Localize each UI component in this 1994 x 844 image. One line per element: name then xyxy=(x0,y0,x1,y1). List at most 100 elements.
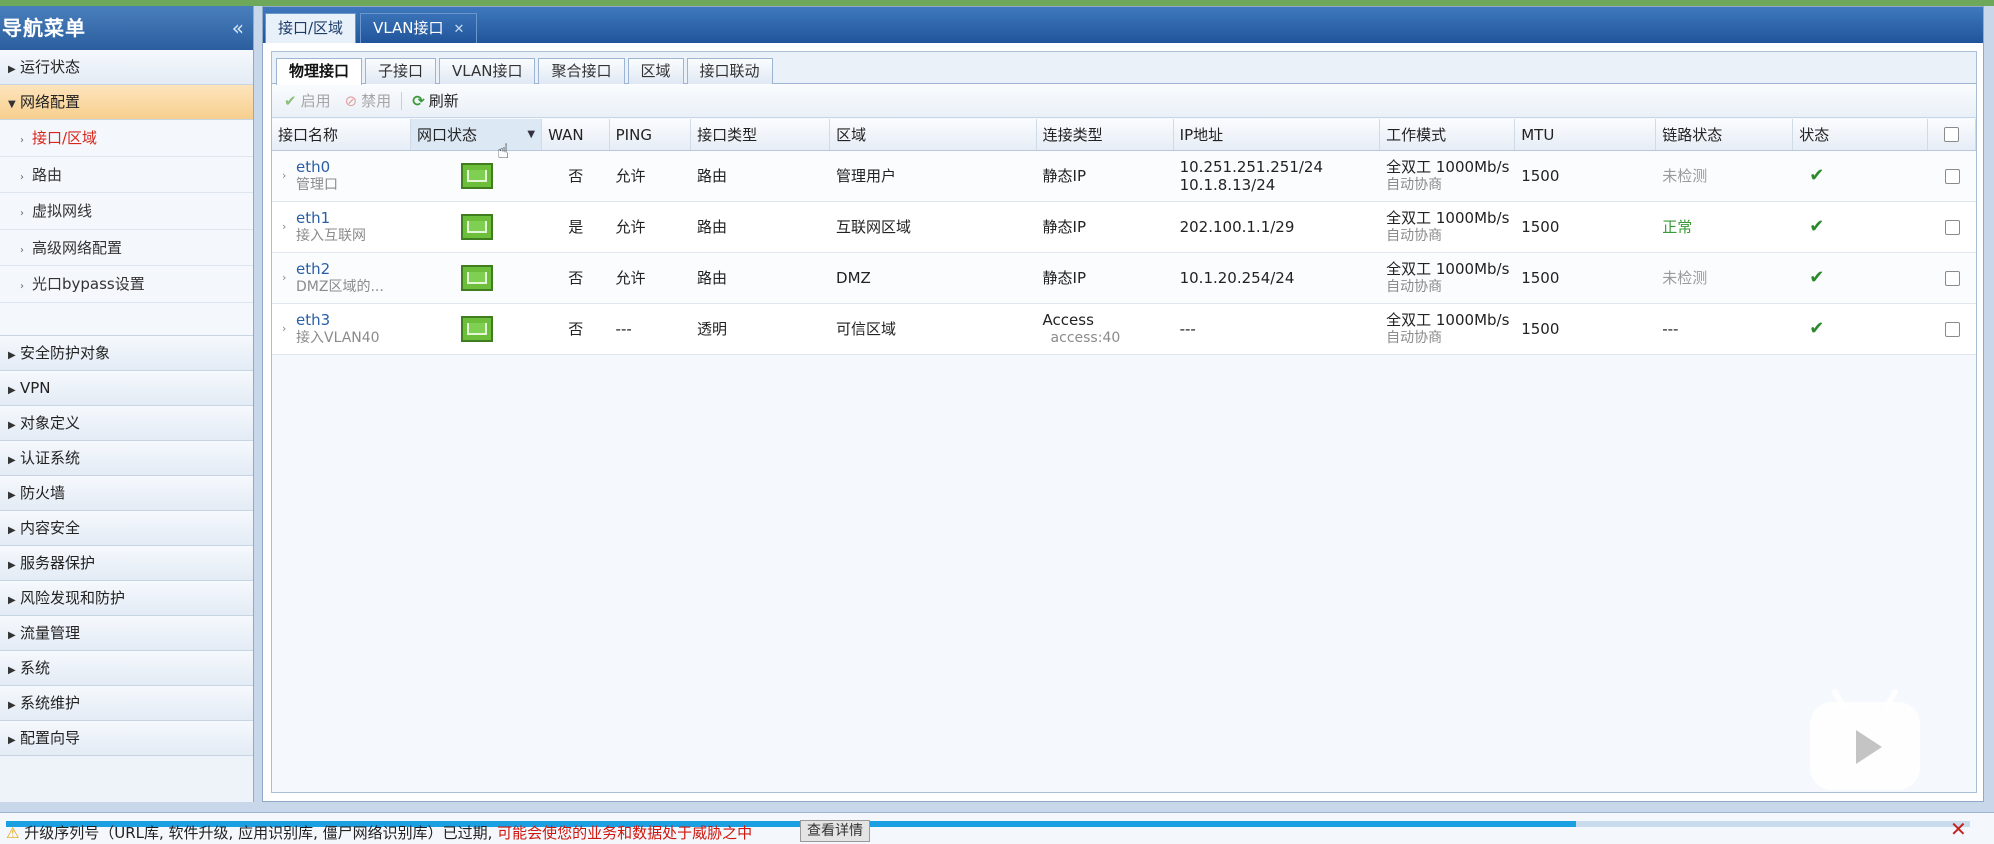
table-row[interactable]: › eth3 接入VLAN40 否 --- 透明 可信区域 Access access:40 --… xyxy=(272,304,1976,355)
cell-select xyxy=(1928,151,1976,201)
nav-group-item[interactable]: ▶ 服务器保护 xyxy=(0,545,253,581)
expand-row-icon[interactable]: › xyxy=(272,167,288,185)
chevron-right-icon: › xyxy=(20,135,24,146)
row-checkbox[interactable] xyxy=(1944,219,1960,235)
nav-group-item[interactable]: ▶ 防火墙 xyxy=(0,475,253,511)
inner-tab[interactable]: 物理接口 xyxy=(276,58,363,85)
cell-status: ✔ xyxy=(1793,151,1928,201)
cell-ping: 允许 xyxy=(615,167,646,185)
caret-right-icon: ▶ xyxy=(8,454,16,466)
column-header[interactable]: 网口状态 ▼ ☝ xyxy=(411,119,543,163)
chevron-right-icon: › xyxy=(20,244,24,256)
cell-ip-address: 10.251.251.251/24 10.1.8.13/24 xyxy=(1174,151,1381,201)
nav-group-item[interactable]: ▶ 系统 xyxy=(0,650,253,686)
nav-group-item[interactable]: ▶ 配置向导 xyxy=(0,720,253,756)
nav-group-item[interactable]: ▶ 安全防护对象 xyxy=(0,335,253,371)
collapse-icon[interactable]: « xyxy=(232,6,245,50)
table-row[interactable]: › eth0 管理口否允许 路由 管理用户 静态IP 10.251.251.251/24 10… xyxy=(272,151,1976,202)
interface-name-link[interactable]: eth1 xyxy=(296,209,366,227)
column-header[interactable]: 区域 xyxy=(830,119,1037,150)
nav-group-item[interactable]: ▶ 认证系统 xyxy=(0,440,253,476)
cell-interface-type: 透明 xyxy=(696,320,727,338)
nav-group-item[interactable]: ▶ 运行状态 xyxy=(0,50,253,85)
nav-group-item[interactable]: ▼ 网络配置 xyxy=(0,85,253,120)
inner-tab[interactable]: 子接口 xyxy=(365,58,437,84)
tab-close-icon[interactable]: ✕ xyxy=(454,22,465,37)
nav-subitem[interactable]: › 虚拟网线 xyxy=(0,193,253,230)
column-header[interactable]: 链路状态 xyxy=(1656,119,1794,150)
cell-link-status: --- xyxy=(1662,320,1679,338)
nav-group-item[interactable]: ▶ 系统维护 xyxy=(0,685,253,721)
nav-subitem[interactable]: › 光口bypass设置 xyxy=(0,266,253,303)
select-all-checkbox[interactable] xyxy=(1944,127,1960,142)
close-icon[interactable]: ✕ xyxy=(1950,817,1967,841)
nav-group-item[interactable]: ▶ 对象定义 xyxy=(0,405,253,441)
expand-row-icon[interactable]: › xyxy=(272,320,288,338)
checkmark-icon: ✔ xyxy=(1809,267,1825,288)
view-details-button[interactable]: 查看详情 xyxy=(800,820,870,842)
inner-tab[interactable]: 区域 xyxy=(627,58,684,84)
nav-group-item[interactable]: ▶ 风险发现和防护 xyxy=(0,580,253,616)
nav-spacer xyxy=(0,302,253,336)
expand-row-icon[interactable]: › xyxy=(272,218,288,236)
warning-text: 升级序列号（URL库, 软件升级, 应用识别库, 僵尸网络识别库）已过期, xyxy=(24,824,493,842)
cell-connection-type: 静态IP xyxy=(1037,151,1174,201)
column-header[interactable]: 工作模式 xyxy=(1380,119,1516,150)
column-header[interactable]: 接口名称 xyxy=(272,119,412,150)
cell-status: ✔ xyxy=(1793,253,1928,303)
table-header: 接口名称 网口状态 ▼ ☝ WAN PING 接口类型 区域 连接类型 IP地址 工作模式 MTU 链路… xyxy=(272,119,1976,163)
refresh-button[interactable]: ⟳ 刷新 xyxy=(408,84,463,118)
interface-name-link[interactable]: eth3 xyxy=(296,311,380,329)
work-mode-sub: 自动协商 xyxy=(1386,177,1443,193)
cell-select xyxy=(1928,202,1976,252)
table-row[interactable]: › eth2 DMZ区域的... 否允许 路由 DMZ 静态IP 10.1.20.254/24… xyxy=(272,253,1976,304)
cell-connection-type: 静态IP xyxy=(1037,202,1174,252)
sort-dropdown-icon[interactable]: ▼ xyxy=(527,119,535,151)
inner-tab[interactable]: 接口联动 xyxy=(686,58,773,84)
interface-name-link[interactable]: eth2 xyxy=(296,260,384,278)
column-header[interactable]: PING xyxy=(610,119,692,150)
nav-group-item[interactable]: ▶ 内容安全 xyxy=(0,510,253,546)
interface-name-link[interactable]: eth0 xyxy=(296,158,338,176)
cell-interface-type: 路由 xyxy=(696,269,727,287)
check-icon: ✔ xyxy=(284,91,297,110)
column-header[interactable]: 状态 xyxy=(1793,119,1929,150)
table-row[interactable]: › eth1 接入互联网是允许 路由 互联网区域 静态IP 202.100.1.1/29 全双… xyxy=(272,202,1976,253)
nav-header: 导航菜单 « xyxy=(0,6,253,50)
cell-interface-type: 路由 xyxy=(696,218,727,236)
nav-subitem[interactable]: › 路由 xyxy=(0,156,253,193)
column-header[interactable]: 接口类型 xyxy=(691,119,831,150)
cell-mtu: 1500 xyxy=(1521,167,1560,185)
caret-right-icon: ▶ xyxy=(8,419,16,431)
column-header[interactable]: IP地址 xyxy=(1174,119,1381,150)
row-checkbox[interactable] xyxy=(1944,321,1960,337)
outer-tab[interactable]: 接口/区域 xyxy=(265,13,357,43)
nav-group-label: 运行状态 xyxy=(20,58,81,76)
select-all-cell xyxy=(1928,119,1976,150)
nav-group-item[interactable]: ▶ VPN xyxy=(0,370,253,406)
column-header[interactable]: WAN xyxy=(542,119,610,150)
expand-row-icon[interactable]: › xyxy=(272,269,288,287)
inner-tab[interactable]: 聚合接口 xyxy=(538,58,625,84)
nav-group-item[interactable]: ▶ 流量管理 xyxy=(0,615,253,651)
cell-connection-type: 静态IP xyxy=(1037,253,1174,303)
connection-type: 静态IP xyxy=(1042,167,1087,185)
column-header[interactable]: 连接类型 xyxy=(1037,119,1174,150)
nav-subitem[interactable]: › 高级网络配置 xyxy=(0,229,253,266)
inner-tab[interactable]: VLAN接口 xyxy=(439,58,536,84)
nav-group-label: 系统维护 xyxy=(20,693,81,712)
outer-tab[interactable]: VLAN接口 ✕ xyxy=(360,13,478,43)
work-mode-sub: 自动协商 xyxy=(1386,228,1443,244)
disable-button[interactable]: ⊘ 禁用 xyxy=(341,84,396,118)
row-checkbox[interactable] xyxy=(1944,270,1960,286)
cell-interface-name: › eth3 接入VLAN40 xyxy=(272,304,411,354)
connection-type: 静态IP xyxy=(1042,218,1087,236)
caret-right-icon: ▶ xyxy=(8,664,16,676)
ethernet-port-icon xyxy=(460,163,493,189)
nav-group-label: 对象定义 xyxy=(20,413,81,432)
nav-subitem[interactable]: › 接口/区域 xyxy=(0,120,253,157)
column-header[interactable]: MTU xyxy=(1515,119,1657,150)
enable-button[interactable]: ✔ 启用 xyxy=(280,84,335,118)
work-mode: 全双工 1000Mb/s xyxy=(1386,158,1510,176)
row-checkbox[interactable] xyxy=(1944,168,1960,184)
